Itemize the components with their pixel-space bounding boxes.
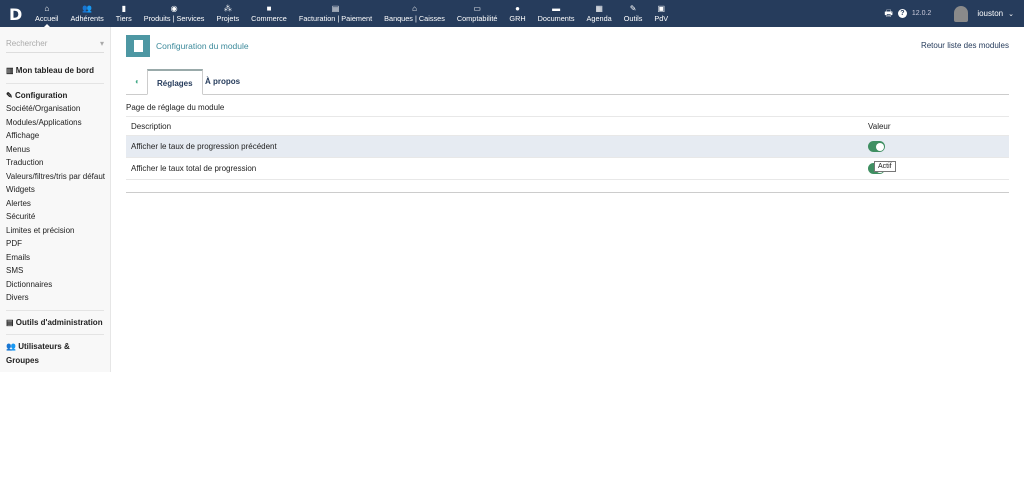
folder-icon: ▬ (552, 4, 561, 13)
menu-item-comptabilit-[interactable]: ▭ Comptabilité (451, 0, 504, 27)
menu-item-documents[interactable]: ▬ Documents (532, 0, 581, 27)
sidebar-dashboard[interactable]: ▥ Mon tableau de bord (6, 64, 104, 78)
bank-icon: ⌂ (412, 4, 417, 13)
sidebar-item[interactable]: Affichage (6, 129, 104, 143)
menu-item-grh[interactable]: ● GRH (503, 0, 531, 27)
sidebar: Rechercher ▾ ▥ Mon tableau de bord ✎ Conf… (0, 27, 111, 372)
print-icon[interactable]: 🖶 (884, 6, 893, 22)
help-icon[interactable]: ? (897, 9, 907, 18)
menu-item-produits-services[interactable]: ◉ Produits | Services (138, 0, 211, 27)
menu-item-tiers[interactable]: ▮ Tiers (110, 0, 138, 27)
cube-icon: ◉ (170, 4, 178, 13)
menu-item-facturation-paiement[interactable]: ▤ Facturation | Paiement (293, 0, 378, 27)
calendar-icon: ▦ (595, 4, 603, 13)
tooltip: Actif (874, 161, 896, 172)
sidebar-item[interactable]: Widgets (6, 183, 104, 197)
sidebar-item[interactable]: Emails (6, 251, 104, 265)
wrench-icon: ✎ (629, 4, 637, 13)
chart-icon: ▥ (6, 66, 16, 75)
module-logo-icon: ◐ (135, 77, 140, 86)
sidebar-item[interactable]: Dictionnaires (6, 278, 104, 292)
ledger-icon: ▭ (473, 4, 481, 13)
table-row: Afficher le taux de progression précéden… (126, 135, 1009, 158)
server-icon: ▤ (6, 317, 16, 327)
tab-about[interactable]: À propos (196, 69, 249, 95)
chevron-down-icon[interactable]: ⌄ (1008, 10, 1014, 18)
users-icon: 👥 (6, 342, 19, 351)
tab-settings[interactable]: Réglages (147, 69, 203, 95)
sidebar-item[interactable]: Divers (6, 291, 104, 305)
main-menu: ⌂ Accueil 👥 Adhérents ▮ Tiers ◉ Produits | Serv… (29, 0, 674, 28)
sidebar-item[interactable]: Modules/Applications (6, 116, 104, 130)
menu-item-outils[interactable]: ✎ Outils (618, 0, 649, 27)
column-description: Description (126, 116, 863, 136)
tabs: ◐ Réglages À propos (126, 69, 1009, 95)
building-icon: ▮ (121, 4, 126, 13)
module-file-icon (126, 35, 150, 57)
sidebar-configuration[interactable]: ✎ Configuration (6, 89, 104, 103)
sidebar-item[interactable]: Société/Organisation (6, 102, 104, 116)
search-input[interactable]: Rechercher ▾ (6, 39, 104, 53)
sidebar-item[interactable]: Menus (6, 143, 104, 157)
cash-register-icon: ▣ (657, 4, 666, 13)
home-icon: ⌂ (44, 4, 50, 13)
sidebar-users-groups[interactable]: 👥 Utilisateurs & Groupes (6, 340, 104, 365)
column-value: Valeur (863, 116, 1009, 136)
menu-item-accueil[interactable]: ⌂ Accueil (29, 0, 65, 28)
sidebar-item[interactable]: Sécurité (6, 210, 104, 224)
menu-item-pdv[interactable]: ▣ PdV (648, 0, 674, 27)
user-menu[interactable]: iouston (977, 9, 1003, 18)
user-tie-icon: ● (515, 4, 520, 13)
back-to-modules-link[interactable]: Retour liste des modules (921, 41, 1009, 50)
briefcase-icon: ■ (266, 4, 272, 13)
menu-item-agenda[interactable]: ▦ Agenda (581, 0, 618, 27)
toggle-switch[interactable] (868, 141, 885, 152)
sidebar-item[interactable]: Limites et précision (6, 224, 104, 238)
sidebar-item[interactable]: Alertes (6, 197, 104, 211)
page-title: Configuration du module (156, 41, 249, 51)
top-menu-bar: D ⌂ Accueil 👥 Adhérents ▮ Tiers ◉ Produits | Se… (0, 0, 1024, 28)
dolibarr-logo[interactable]: D (9, 5, 22, 24)
menu-item-commerce[interactable]: ■ Commerce (245, 0, 293, 27)
menu-item-banques-caisses[interactable]: ⌂ Banques | Caisses (378, 0, 451, 27)
menu-item-adh-rents[interactable]: 👥 Adhérents (65, 0, 110, 27)
wrench-icon: ✎ (6, 90, 15, 100)
menu-item-projets[interactable]: ⁂ Projets (210, 0, 245, 27)
sidebar-item[interactable]: SMS (6, 264, 104, 278)
chevron-down-icon: ▾ (99, 39, 104, 48)
avatar[interactable] (954, 5, 969, 22)
sidebar-item[interactable]: Valeurs/filtres/tris par défaut (6, 170, 105, 184)
invoice-icon: ▤ (331, 4, 340, 13)
users-icon: 👥 (82, 4, 93, 13)
section-title: Page de réglage du module (126, 103, 225, 112)
sidebar-item[interactable]: PDF (6, 237, 104, 251)
sidebar-admin-tools[interactable]: ▤ Outils d'administration (6, 316, 104, 330)
sidebar-item[interactable]: Traduction (6, 156, 104, 170)
sitemap-icon: ⁂ (223, 4, 232, 13)
divider (126, 192, 1009, 193)
version-label: 12.0.2 (911, 10, 932, 17)
